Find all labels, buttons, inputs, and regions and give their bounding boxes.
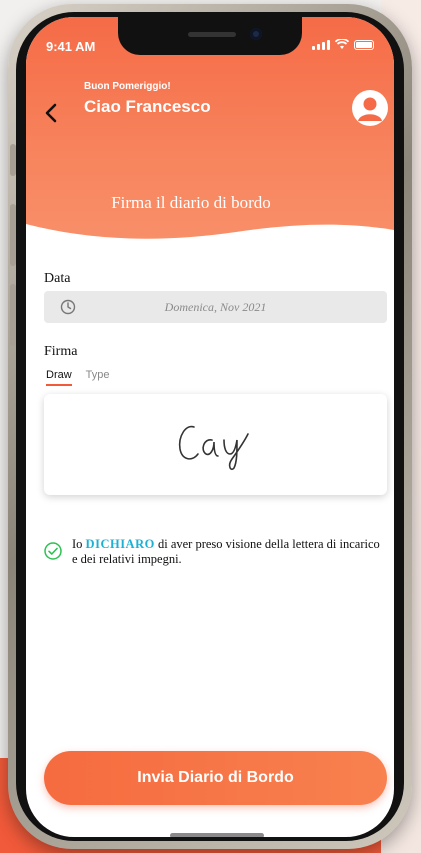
signature-label: Firma — [44, 344, 78, 359]
notch — [118, 17, 302, 55]
signature-stroke — [178, 425, 249, 471]
declaration-prefix: Io — [72, 537, 83, 551]
submit-button[interactable]: Invia Diario di Bordo — [44, 751, 387, 805]
tab-draw[interactable]: Draw — [46, 369, 72, 386]
home-indicator — [170, 833, 264, 837]
chevron-left-icon — [45, 103, 57, 123]
date-label: Data — [44, 271, 71, 286]
status-time: 9:41 AM — [46, 39, 96, 54]
check-circle-icon[interactable] — [44, 542, 62, 560]
front-camera — [250, 28, 262, 40]
app-screen: 9:41 AM Buon Pomeriggio! Ciao Francesco … — [26, 17, 394, 837]
header-wave — [26, 224, 394, 248]
user-avatar-icon — [358, 97, 382, 121]
battery-icon — [354, 39, 374, 50]
tab-type[interactable]: Type — [86, 369, 110, 386]
greeting-title: Ciao Francesco — [84, 97, 211, 116]
greeting-subtitle: Buon Pomeriggio! — [84, 81, 171, 92]
wifi-icon — [335, 39, 349, 49]
back-button[interactable] — [40, 101, 64, 125]
declaration-highlight: DICHIARO — [85, 537, 155, 551]
signature-tabs: Draw Type — [46, 369, 110, 386]
speaker — [188, 32, 236, 37]
status-icons — [312, 39, 374, 50]
declaration-text: Io DICHIARO di aver preso visione della … — [72, 537, 382, 567]
profile-avatar-button[interactable] — [352, 90, 388, 126]
date-value: Domenica, Nov 2021 — [164, 300, 267, 314]
date-field[interactable]: Domenica, Nov 2021 — [44, 291, 387, 323]
page-title: Firma il diario di bordo — [111, 193, 271, 212]
signal-icon — [312, 39, 330, 50]
signature-pad[interactable] — [44, 394, 387, 495]
